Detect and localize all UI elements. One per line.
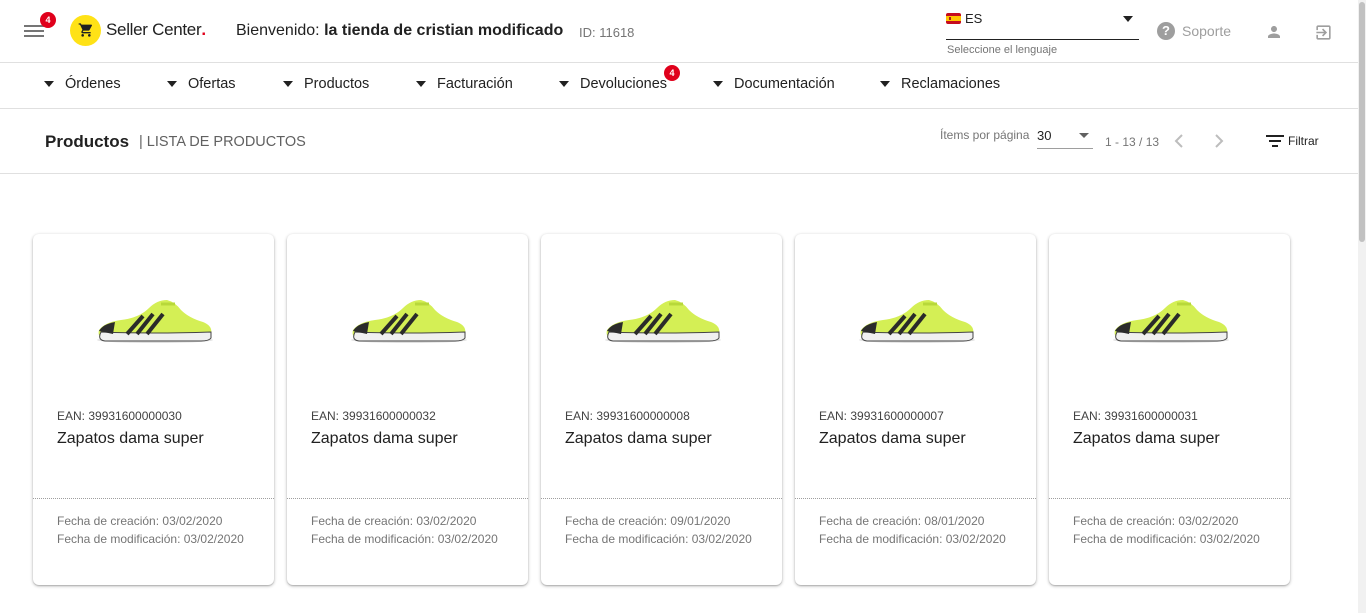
dropdown-caret-icon — [416, 81, 426, 87]
cart-icon — [70, 14, 101, 46]
product-name: Zapatos dama super — [1073, 430, 1220, 447]
dropdown-caret-icon — [1123, 16, 1133, 22]
product-ean: EAN: 39931600000031 — [1073, 409, 1198, 423]
chevron-left-icon[interactable] — [1172, 133, 1186, 149]
store-name: la tienda de cristian modificado — [324, 22, 564, 39]
hamburger-icon-bar — [24, 35, 44, 37]
spain-flag-icon — [946, 13, 961, 24]
logo-text-label: Seller Center — [106, 20, 202, 39]
product-card[interactable]: EAN: 39931600000032 Zapatos dama super F… — [287, 234, 528, 585]
product-ean: EAN: 39931600000008 — [565, 409, 690, 423]
dropdown-caret-icon — [44, 81, 54, 87]
filter-button[interactable]: Filtrar — [1266, 134, 1319, 148]
dropdown-caret-icon — [880, 81, 890, 87]
dropdown-caret-icon — [713, 81, 723, 87]
chevron-right-icon[interactable] — [1212, 133, 1226, 149]
card-divider — [1049, 498, 1290, 499]
nav-facturacion[interactable]: Facturación — [416, 76, 513, 92]
dropdown-caret-icon — [1079, 133, 1089, 138]
filter-icon — [1266, 135, 1284, 147]
filter-label: Filtrar — [1288, 134, 1319, 148]
product-image — [859, 300, 975, 343]
seller-center-logo[interactable]: Seller Center. — [70, 14, 206, 46]
nav-devoluciones[interactable]: Devoluciones 4 — [559, 65, 681, 92]
product-name: Zapatos dama super — [57, 430, 204, 447]
help-icon: ? — [1157, 22, 1175, 40]
page-header: Productos | LISTA DE PRODUCTOS Ítems por… — [0, 110, 1358, 174]
nav-label: Devoluciones — [580, 76, 668, 92]
product-image — [1113, 300, 1229, 343]
dropdown-caret-icon — [167, 81, 177, 87]
product-created-date: Fecha de creación: 03/02/2020 — [57, 514, 223, 528]
product-created-date: Fecha de creación: 03/02/2020 — [311, 514, 477, 528]
nav-ordenes[interactable]: Órdenes — [44, 76, 121, 92]
language-hint: Seleccione el lenguaje — [947, 44, 1058, 56]
top-bar: 4 Seller Center. Bienvenido: la tienda d… — [0, 0, 1358, 63]
language-code: ES — [965, 11, 983, 26]
menu-button[interactable]: 4 — [24, 12, 56, 42]
product-modified-date: Fecha de modificación: 03/02/2020 — [819, 532, 1006, 546]
support-label: Soporte — [1182, 23, 1232, 39]
nav-label: Facturación — [437, 76, 513, 92]
items-per-page-select[interactable]: 30 — [1037, 127, 1093, 149]
product-image — [351, 300, 467, 343]
logout-icon[interactable] — [1314, 23, 1333, 42]
product-created-date: Fecha de creación: 09/01/2020 — [565, 514, 731, 528]
nav-label: Documentación — [734, 76, 835, 92]
support-link[interactable]: ? Soporte — [1157, 22, 1231, 40]
returns-notification-badge: 4 — [664, 65, 681, 81]
card-divider — [287, 498, 528, 499]
items-per-page-label: Ítems por página — [940, 128, 1030, 142]
page-title: Productos — [45, 132, 130, 151]
product-created-date: Fecha de creación: 08/01/2020 — [819, 514, 985, 528]
product-name: Zapatos dama super — [311, 430, 458, 447]
product-created-date: Fecha de creación: 03/02/2020 — [1073, 514, 1239, 528]
logo-dot: . — [201, 20, 206, 39]
welcome-prefix: Bienvenido: — [236, 22, 320, 39]
card-divider — [541, 498, 782, 499]
product-card[interactable]: EAN: 39931600000007 Zapatos dama super F… — [795, 234, 1036, 585]
page-subtitle: | LISTA DE PRODUCTOS — [139, 134, 306, 150]
dropdown-caret-icon — [559, 81, 569, 87]
store-id: ID: 11618 — [579, 25, 635, 40]
logo-text: Seller Center. — [106, 20, 206, 40]
nav-label: Ofertas — [188, 76, 236, 92]
page-scrollbar[interactable] — [1358, 0, 1366, 613]
product-ean: EAN: 39931600000007 — [819, 409, 944, 423]
welcome-message: Bienvenido: la tienda de cristian modifi… — [236, 22, 563, 40]
product-card[interactable]: EAN: 39931600000008 Zapatos dama super F… — [541, 234, 782, 585]
product-image — [97, 300, 213, 343]
nav-reclamaciones[interactable]: Reclamaciones — [880, 76, 1000, 92]
card-divider — [795, 498, 1036, 499]
nav-productos[interactable]: Productos — [283, 76, 369, 92]
scrollbar-thumb[interactable] — [1359, 2, 1365, 242]
hamburger-icon — [24, 25, 44, 27]
dropdown-caret-icon — [283, 81, 293, 87]
product-modified-date: Fecha de modificación: 03/02/2020 — [565, 532, 752, 546]
nav-documentacion[interactable]: Documentación — [713, 76, 835, 92]
main-nav: Órdenes Ofertas Productos Facturación De… — [0, 64, 1358, 109]
nav-label: Órdenes — [65, 76, 121, 92]
product-image — [605, 300, 721, 343]
product-card[interactable]: EAN: 39931600000030 Zapatos dama super F… — [33, 234, 274, 585]
nav-label: Reclamaciones — [901, 76, 1001, 92]
language-select[interactable]: ES — [946, 9, 1139, 40]
product-card[interactable]: EAN: 39931600000031 Zapatos dama super F… — [1049, 234, 1290, 585]
product-ean: EAN: 39931600000030 — [57, 409, 182, 423]
menu-notification-badge: 4 — [40, 12, 56, 28]
product-name: Zapatos dama super — [819, 430, 966, 447]
product-modified-date: Fecha de modificación: 03/02/2020 — [57, 532, 244, 546]
product-ean: EAN: 39931600000032 — [311, 409, 436, 423]
user-icon[interactable] — [1265, 23, 1283, 41]
card-divider — [33, 498, 274, 499]
product-modified-date: Fecha de modificación: 03/02/2020 — [1073, 532, 1260, 546]
hamburger-icon-bar — [24, 30, 44, 32]
product-name: Zapatos dama super — [565, 430, 712, 447]
items-per-page-value: 30 — [1037, 128, 1052, 143]
nav-label: Productos — [304, 76, 370, 92]
product-modified-date: Fecha de modificación: 03/02/2020 — [311, 532, 498, 546]
pagination-range: 1 - 13 / 13 — [1105, 135, 1160, 149]
nav-ofertas[interactable]: Ofertas — [167, 76, 236, 92]
